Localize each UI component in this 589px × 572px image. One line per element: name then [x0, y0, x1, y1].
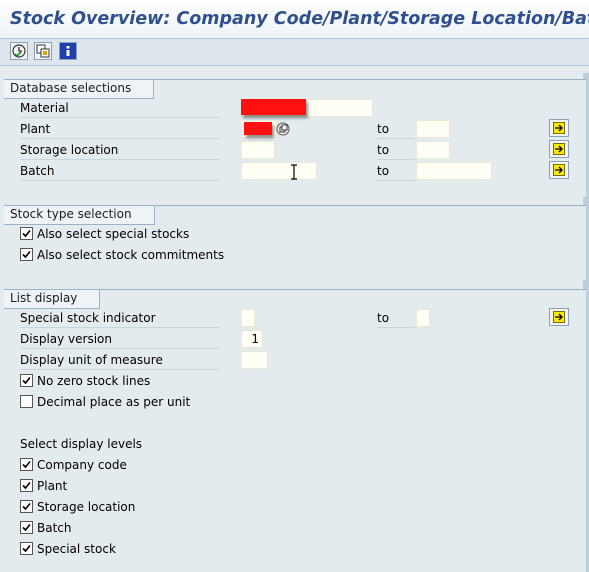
- storage-location-from-input[interactable]: [241, 141, 275, 159]
- display-version-input[interactable]: 1: [241, 330, 263, 348]
- level-batch-row[interactable]: Batch: [20, 518, 72, 538]
- arrow-right-icon: [553, 122, 565, 134]
- storage-location-to-input[interactable]: [416, 141, 450, 159]
- checkmark-icon: [22, 481, 31, 490]
- level-company-code-row[interactable]: Company code: [20, 455, 127, 475]
- application-toolbar: [0, 39, 589, 66]
- batch-label: Batch: [20, 161, 220, 181]
- special-stock-multiple-selection-button[interactable]: [549, 308, 569, 326]
- storage-location-to-label: to: [377, 140, 415, 160]
- level-plant-checkbox[interactable]: [20, 479, 33, 492]
- arrow-right-icon: [553, 164, 565, 176]
- value-help-button[interactable]: [276, 122, 290, 136]
- batch-to-label: to: [377, 161, 415, 181]
- batch-to-input[interactable]: [416, 162, 492, 180]
- special-stock-indicator-to-input[interactable]: [416, 309, 430, 327]
- stock-commitments-checkbox-row[interactable]: Also select stock commitments: [20, 245, 224, 265]
- group-title: Stock type selection: [4, 206, 155, 225]
- stock-commitments-checkbox[interactable]: [20, 248, 33, 261]
- batch-from-input[interactable]: [241, 162, 317, 180]
- level-batch-label: Batch: [37, 521, 72, 535]
- storage-location-multiple-selection-button[interactable]: [549, 140, 569, 158]
- level-company-code-label: Company code: [37, 458, 127, 472]
- material-label: Material: [20, 98, 220, 118]
- level-plant-row[interactable]: Plant: [20, 476, 67, 496]
- information-icon: [66, 46, 70, 56]
- checkmark-icon: [22, 523, 31, 532]
- no-zero-stock-label: No zero stock lines: [37, 374, 151, 388]
- level-company-code-checkbox[interactable]: [20, 458, 33, 471]
- level-batch-checkbox[interactable]: [20, 521, 33, 534]
- level-storage-location-row[interactable]: Storage location: [20, 497, 135, 517]
- select-display-levels-label: Select display levels: [20, 437, 143, 451]
- no-zero-stock-checkbox[interactable]: [20, 374, 33, 387]
- redacted-material-value: [241, 99, 306, 115]
- value-help-icon: [276, 122, 290, 136]
- title-bar: Stock Overview: Company Code/Plant/Stora…: [0, 0, 589, 39]
- batch-multiple-selection-button[interactable]: [549, 161, 569, 179]
- plant-to-input[interactable]: [416, 120, 450, 138]
- checkmark-icon: [22, 376, 31, 385]
- decimal-place-checkbox-row[interactable]: Decimal place as per unit: [20, 392, 190, 412]
- level-special-stock-row[interactable]: Special stock: [20, 539, 116, 559]
- information-button[interactable]: [59, 42, 77, 60]
- checkmark-icon: [22, 250, 31, 259]
- multiple-selection-icon: [36, 44, 50, 58]
- level-plant-label: Plant: [37, 479, 68, 493]
- plant-label: Plant: [20, 119, 220, 139]
- arrow-right-icon: [553, 143, 565, 155]
- multiple-selection-button[interactable]: [34, 42, 52, 60]
- level-special-stock-label: Special stock: [37, 542, 116, 556]
- display-unit-input[interactable]: [241, 351, 268, 369]
- special-stock-indicator-from-input[interactable]: [241, 309, 255, 327]
- special-stocks-checkbox-row[interactable]: Also select special stocks: [20, 224, 189, 244]
- no-zero-stock-checkbox-row[interactable]: No zero stock lines: [20, 371, 150, 391]
- group-title: List display: [4, 290, 101, 309]
- display-unit-label: Display unit of measure: [20, 350, 220, 370]
- storage-location-label: Storage location: [20, 140, 220, 160]
- stock-commitments-label: Also select stock commitments: [37, 248, 225, 262]
- level-storage-location-checkbox[interactable]: [20, 500, 33, 513]
- decimal-place-checkbox[interactable]: [20, 395, 33, 408]
- execute-icon: [12, 44, 26, 58]
- special-stocks-label: Also select special stocks: [37, 227, 190, 241]
- display-version-label: Display version: [20, 329, 220, 349]
- text-cursor-icon: [290, 164, 298, 183]
- checkmark-icon: [22, 502, 31, 511]
- arrow-right-icon: [553, 311, 565, 323]
- level-storage-location-label: Storage location: [37, 500, 136, 514]
- special-stock-indicator-label: Special stock indicator: [20, 308, 220, 328]
- level-special-stock-checkbox[interactable]: [20, 542, 33, 555]
- decimal-place-label: Decimal place as per unit: [37, 395, 191, 409]
- plant-to-label: to: [377, 119, 415, 139]
- page-title: Stock Overview: Company Code/Plant/Stora…: [10, 9, 589, 29]
- plant-multiple-selection-button[interactable]: [549, 119, 569, 137]
- group-title: Database selections: [4, 80, 155, 99]
- special-stock-indicator-to-label: to: [377, 308, 415, 328]
- checkmark-icon: [22, 229, 31, 238]
- execute-button[interactable]: [10, 42, 28, 60]
- redacted-plant-value: [244, 122, 272, 135]
- checkmark-icon: [22, 544, 31, 553]
- special-stocks-checkbox[interactable]: [20, 227, 33, 240]
- checkmark-icon: [22, 460, 31, 469]
